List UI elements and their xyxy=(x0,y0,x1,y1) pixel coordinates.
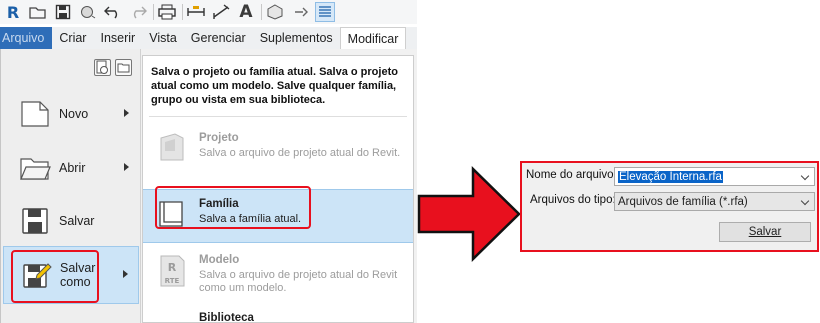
filename-row: Nome do arquivo: xyxy=(526,169,617,181)
save-button[interactable]: Salvar xyxy=(719,222,811,242)
open-documents-icon[interactable] xyxy=(115,59,132,76)
save-button-label: Salvar xyxy=(748,226,782,238)
project-icon xyxy=(157,132,189,166)
family-icon xyxy=(157,198,189,232)
menu-item-label: Salvar como xyxy=(60,261,96,289)
toolbar-separator xyxy=(261,4,262,20)
text-icon[interactable]: A xyxy=(236,2,256,22)
filename-label: Nome do arquivo: xyxy=(526,169,617,181)
quick-access-toolbar: R A xyxy=(0,0,417,24)
sync-cloud-icon[interactable] xyxy=(78,2,98,22)
menu-item-salvar[interactable]: Salvar xyxy=(3,196,139,246)
submenu-item-modelo: R RTE Modelo Salva o arquivo de projeto a… xyxy=(143,254,413,302)
tab-gerenciar[interactable]: Gerenciar xyxy=(184,27,253,49)
toolbar-separator xyxy=(153,4,154,20)
submenu-item-projeto: Projeto Salva o arquivo de projeto atual… xyxy=(143,132,413,180)
menu-item-abrir[interactable]: Abrir xyxy=(3,143,139,193)
save-as-submenu: Salva o projeto ou família atual. Salva … xyxy=(142,55,414,323)
filetype-select[interactable]: Arquivos de família (*.rfa) xyxy=(614,192,815,211)
dimension-icon[interactable] xyxy=(211,2,231,22)
redo-icon[interactable] xyxy=(128,2,148,22)
menu-item-label: Abrir xyxy=(59,161,86,175)
print-icon[interactable] xyxy=(157,2,177,22)
3d-view-icon[interactable] xyxy=(265,2,285,22)
tab-vista[interactable]: Vista xyxy=(142,27,184,49)
menu-item-label: Novo xyxy=(59,107,89,121)
template-icon: R RTE xyxy=(157,254,189,288)
open-folder-icon[interactable] xyxy=(28,2,48,22)
filetype-value: Arquivos de família (*.rfa) xyxy=(618,195,748,208)
save-icon[interactable] xyxy=(53,2,73,22)
save-disk-icon xyxy=(19,205,51,237)
save-as-dialog: Nome do arquivo: Elevação Interna.rfa Ar… xyxy=(520,161,819,252)
recent-documents-icon[interactable] xyxy=(94,59,111,76)
ribbon-tab-bar: Arquivo Criar Inserir Vista Gerenciar Su… xyxy=(0,27,417,49)
submenu-divider xyxy=(149,116,407,117)
tab-arquivo[interactable]: Arquivo xyxy=(0,27,53,49)
submenu-item-title: Família xyxy=(199,198,239,210)
save-as-icon xyxy=(20,259,52,291)
menu-item-novo[interactable]: Novo xyxy=(3,89,139,139)
chevron-down-icon[interactable] xyxy=(800,171,810,181)
switch-windows-icon[interactable] xyxy=(315,2,335,22)
submenu-item-title: Projeto xyxy=(199,132,239,144)
submenu-item-desc: Salva o arquivo de projeto atual do Revi… xyxy=(199,269,398,294)
tab-modificar[interactable]: Modificar xyxy=(339,27,407,49)
filename-input[interactable]: Elevação Interna.rfa xyxy=(614,167,815,186)
tab-inserir[interactable]: Inserir xyxy=(93,27,142,49)
submenu-item-familia[interactable]: Família Salva a família atual. xyxy=(143,189,413,243)
submenu-arrow-icon xyxy=(124,163,129,171)
section-icon[interactable] xyxy=(290,2,310,22)
menu-item-exportar[interactable] xyxy=(3,308,139,323)
file-menu-commands: Novo Abrir Salvar Salvar como xyxy=(1,49,141,323)
submenu-arrow-icon xyxy=(123,270,128,278)
new-document-icon xyxy=(19,98,51,130)
revit-logo-icon[interactable]: R xyxy=(3,2,23,22)
svg-text:R: R xyxy=(168,261,177,274)
tab-suplementos[interactable]: Suplementos xyxy=(253,27,340,49)
submenu-arrow-icon xyxy=(124,109,129,117)
undo-icon[interactable] xyxy=(103,2,123,22)
library-icon xyxy=(157,312,189,323)
measure-icon[interactable] xyxy=(186,2,206,22)
red-arrow-icon xyxy=(417,166,521,262)
template-icon-label: RTE xyxy=(165,277,180,285)
filetype-row: Arquivos do tipo: xyxy=(526,194,616,206)
submenu-item-title: Biblioteca xyxy=(199,312,254,323)
menu-item-salvar-como[interactable]: Salvar como xyxy=(3,246,139,304)
menu-item-label: Salvar xyxy=(59,214,95,228)
submenu-item-title: Modelo xyxy=(199,254,240,266)
filetype-label: Arquivos do tipo: xyxy=(530,194,616,206)
tab-criar[interactable]: Criar xyxy=(52,27,93,49)
submenu-description: Salva o projeto ou família atual. Salva … xyxy=(151,66,398,106)
submenu-item-desc: Salva o arquivo de projeto atual do Revi… xyxy=(199,147,401,159)
submenu-item-desc: Salva a família atual. xyxy=(199,213,302,225)
chevron-down-icon[interactable] xyxy=(800,196,810,206)
submenu-item-biblioteca[interactable]: Biblioteca xyxy=(143,312,413,323)
toolbar-separator xyxy=(182,4,183,20)
file-menu: Novo Abrir Salvar Salvar como Salva o pr… xyxy=(0,49,417,323)
filename-value: Elevação Interna.rfa xyxy=(618,170,723,183)
open-folder-icon xyxy=(19,152,51,184)
